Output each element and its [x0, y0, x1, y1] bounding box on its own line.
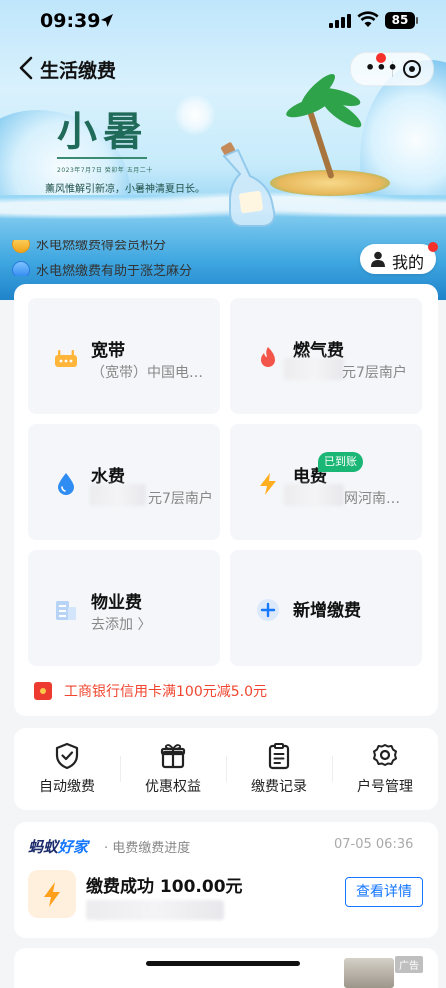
tools-card: 自动缴费 优惠权益 缴费记录 户号管理	[14, 728, 438, 810]
red-envelope-icon	[34, 682, 52, 700]
tile-account: （宽带）中国电…	[91, 365, 203, 381]
bottle-illustration	[221, 142, 276, 227]
building-icon	[56, 601, 76, 620]
masked-account	[284, 358, 344, 380]
solar-term-title-block: 小暑 2023年7月7日 癸卯年 五月二十	[57, 110, 197, 174]
tool-benefits[interactable]: 优惠权益	[120, 728, 226, 810]
paid-status-badge: 已到账	[318, 452, 363, 472]
tile-name: 新增缴费	[293, 601, 361, 621]
gear-icon	[373, 744, 397, 766]
tile-broadband[interactable]: 宽带 （宽带）中国电…	[28, 298, 220, 414]
badge-icon	[12, 260, 30, 276]
clipboard-icon	[268, 743, 290, 770]
ad-tag: 广告	[395, 956, 423, 973]
coin-icon	[12, 240, 30, 253]
solar-term-date: 2023年7月7日 癸卯年 五月二十	[57, 167, 153, 174]
tool-label: 缴费记录	[251, 779, 307, 795]
brand-text: 蚂蚁	[28, 838, 59, 856]
tile-account: 元7层南户	[342, 365, 407, 381]
masked-account	[86, 900, 224, 920]
ad-card[interactable]: 广告	[14, 948, 438, 988]
ticker-text: 水电燃缴费得会员积分	[36, 240, 167, 253]
home-indicator	[146, 961, 300, 966]
flame-icon	[261, 347, 275, 367]
my-button-label: 我的	[392, 253, 425, 272]
gift-icon	[160, 744, 186, 769]
tile-add-payment[interactable]: 新增缴费	[230, 550, 422, 666]
more-options-icon[interactable]: •••	[365, 60, 399, 76]
promo-text: 工商银行信用卡满100元减5.0元	[64, 684, 267, 700]
tile-account: 网河南…	[344, 491, 400, 507]
ticker-text: 水电燃缴费有助于涨芝麻分	[36, 264, 193, 276]
person-icon	[371, 251, 385, 267]
plus-icon	[257, 599, 279, 621]
ticker-item: 水电燃缴费得会员积分	[12, 240, 166, 253]
masked-account	[284, 484, 344, 506]
tool-label: 自动缴费	[39, 779, 95, 795]
battery-indicator: 85	[385, 12, 415, 29]
benefit-ticker[interactable]: 水电燃缴费得会员积分 水电燃缴费有助于涨芝麻分	[12, 240, 342, 276]
close-miniprogram-icon[interactable]	[403, 60, 421, 78]
progress-tag: · 电费缴费进度	[104, 841, 191, 856]
wifi-icon	[357, 11, 379, 27]
location-arrow-icon	[101, 14, 113, 27]
notification-dot	[376, 53, 386, 63]
view-details-button[interactable]: 查看详情	[345, 877, 423, 907]
palm-leaves-illustration	[283, 69, 365, 132]
tile-property[interactable]: 物业费 去添加 〉	[28, 550, 220, 666]
back-chevron-icon[interactable]	[16, 54, 38, 82]
lightning-icon	[260, 473, 276, 495]
tool-auto-pay[interactable]: 自动缴费	[14, 728, 120, 810]
router-icon	[55, 350, 77, 367]
lightning-icon	[44, 882, 60, 907]
tile-name: 物业费	[91, 593, 142, 613]
tool-label: 优惠权益	[145, 779, 201, 795]
tile-gas[interactable]: 燃气费 元7层南户	[230, 298, 422, 414]
solar-term-title: 小暑	[57, 108, 149, 155]
ticker-item: 水电燃缴费有助于涨芝麻分	[12, 260, 192, 276]
tile-electricity[interactable]: 电费 已到账 网河南…	[230, 424, 422, 540]
status-time: 09:39	[40, 10, 101, 32]
masked-account	[90, 484, 146, 506]
tile-name: 宽带	[91, 341, 125, 361]
payment-progress-card[interactable]: 蚂蚁好家 · 电费缴费进度 07-05 06:36 缴费成功 100.00元 查…	[14, 822, 438, 938]
tool-account-manage[interactable]: 户号管理	[332, 728, 438, 810]
brand-text-highlight: 好家	[58, 838, 89, 856]
progress-title: 缴费成功 100.00元	[86, 877, 243, 897]
progress-timestamp: 07-05 06:36	[334, 837, 414, 852]
add-account-link[interactable]: 去添加 〉	[91, 614, 151, 634]
tile-account: 元7层南户	[148, 491, 213, 507]
my-button[interactable]: 我的	[360, 244, 436, 274]
capsule-divider	[392, 61, 393, 77]
lightning-icon-tile	[28, 870, 76, 918]
brand-logo: 蚂蚁好家	[28, 836, 88, 857]
page-title: 生活缴费	[40, 60, 117, 82]
mini-program-capsule: •••	[350, 52, 434, 86]
status-bar: 09:39 85	[0, 0, 446, 44]
bill-types-card: 宽带 （宽带）中国电… 燃气费 元7层南户 水费 元7层南户 电费 已到账 网河…	[14, 284, 438, 716]
tool-label: 户号管理	[357, 779, 413, 795]
ad-image	[344, 958, 394, 988]
battery-tip	[416, 17, 418, 24]
shield-check-icon	[55, 742, 79, 770]
notification-dot	[428, 242, 438, 252]
header-banner: 小暑 2023年7月7日 癸卯年 五月二十 薰风惟解引新凉，小暑神清夏日长。 0…	[0, 0, 446, 300]
cellular-signal-icon	[329, 14, 351, 28]
water-drop-icon	[58, 473, 74, 495]
title-rule	[57, 157, 147, 159]
tile-water[interactable]: 水费 元7层南户	[28, 424, 220, 540]
poem-text: 薰风惟解引新凉，小暑神清夏日长。	[45, 184, 205, 195]
tool-records[interactable]: 缴费记录	[226, 728, 332, 810]
promo-banner[interactable]: 工商银行信用卡满100元减5.0元	[28, 678, 428, 704]
